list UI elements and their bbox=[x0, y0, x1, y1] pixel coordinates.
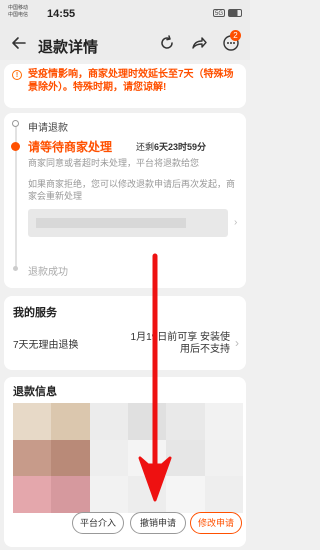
status-icons: 5G bbox=[212, 9, 242, 17]
step-wait-merchant: 请等待商家处理 bbox=[28, 140, 113, 154]
countdown-value: 6天23时59分 bbox=[154, 142, 207, 152]
carrier-1: 中国移动 bbox=[8, 5, 29, 11]
platform-intervene-button[interactable]: 平台介入 bbox=[72, 512, 124, 534]
notice-card: ! 受疫情影响，商家处理时效延长至7天（特殊场景除外）。特殊时期，请您谅解! bbox=[4, 64, 246, 108]
my-service-card: 我的服务 7天无理由退换 1月19日前可享 安装使用后不支持 › bbox=[4, 296, 246, 370]
carrier-2: 中国电信 bbox=[8, 12, 29, 18]
desc-line-2: 如果商家拒绝，您可以修改退款申请后再次发起，商家会重新处理 bbox=[28, 179, 236, 201]
refund-progress-card: 申请退款 请等待商家处理 还剩6天23时59分 商家同意或者超时未处理，平台将退… bbox=[4, 113, 246, 288]
step-refund-success: 退款成功 bbox=[28, 267, 68, 278]
clock: 14:55 bbox=[47, 8, 76, 20]
share-icon[interactable] bbox=[190, 34, 208, 52]
battery-icon bbox=[228, 9, 242, 17]
blurred-refund-details bbox=[13, 403, 243, 513]
desc-line-1: 商家同意或者超时未处理，平台将退款给您 bbox=[28, 158, 200, 168]
service-name[interactable]: 7天无理由退换 bbox=[13, 336, 79, 351]
service-section-title: 我的服务 bbox=[13, 307, 57, 319]
timeline-dot-end bbox=[13, 266, 18, 271]
timeline-dot-current bbox=[11, 142, 20, 151]
step-apply-refund: 申请退款 bbox=[28, 123, 68, 134]
timeline-dot-start bbox=[12, 120, 19, 127]
notice-text: 受疫情影响，商家处理时效延长至7天（特殊场景除外）。特殊时期，请您谅解! bbox=[28, 69, 234, 93]
service-note: 1月19日前可享 安装使用后不支持 bbox=[130, 332, 230, 355]
blurred-negotiation-record[interactable] bbox=[28, 209, 228, 237]
chevron-right-icon[interactable]: › bbox=[234, 217, 237, 228]
modify-request-button[interactable]: 修改申请 bbox=[190, 512, 242, 534]
notification-badge: 2 bbox=[230, 30, 241, 41]
signal-icon: 5G bbox=[212, 9, 225, 17]
info-icon: ! bbox=[12, 70, 22, 80]
nav-bar: 退款详情 2 bbox=[0, 28, 250, 60]
cancel-request-button[interactable]: 撤销申请 bbox=[130, 512, 186, 534]
carrier-info: 中国移动 中国电信 bbox=[8, 5, 28, 19]
countdown-prefix: 还剩 bbox=[136, 142, 155, 152]
page-title: 退款详情 bbox=[38, 39, 99, 56]
bottom-action-bar: 平台介入 撤销申请 修改申请 bbox=[0, 502, 250, 550]
back-arrow-icon[interactable] bbox=[10, 34, 28, 52]
refresh-icon[interactable] bbox=[158, 34, 176, 52]
refund-section-title: 退款信息 bbox=[13, 386, 57, 398]
status-bar: 中国移动 中国电信 14:55 5G bbox=[0, 0, 250, 28]
chevron-right-icon[interactable]: › bbox=[235, 336, 239, 350]
countdown: 还剩6天23时59分 bbox=[136, 140, 206, 153]
